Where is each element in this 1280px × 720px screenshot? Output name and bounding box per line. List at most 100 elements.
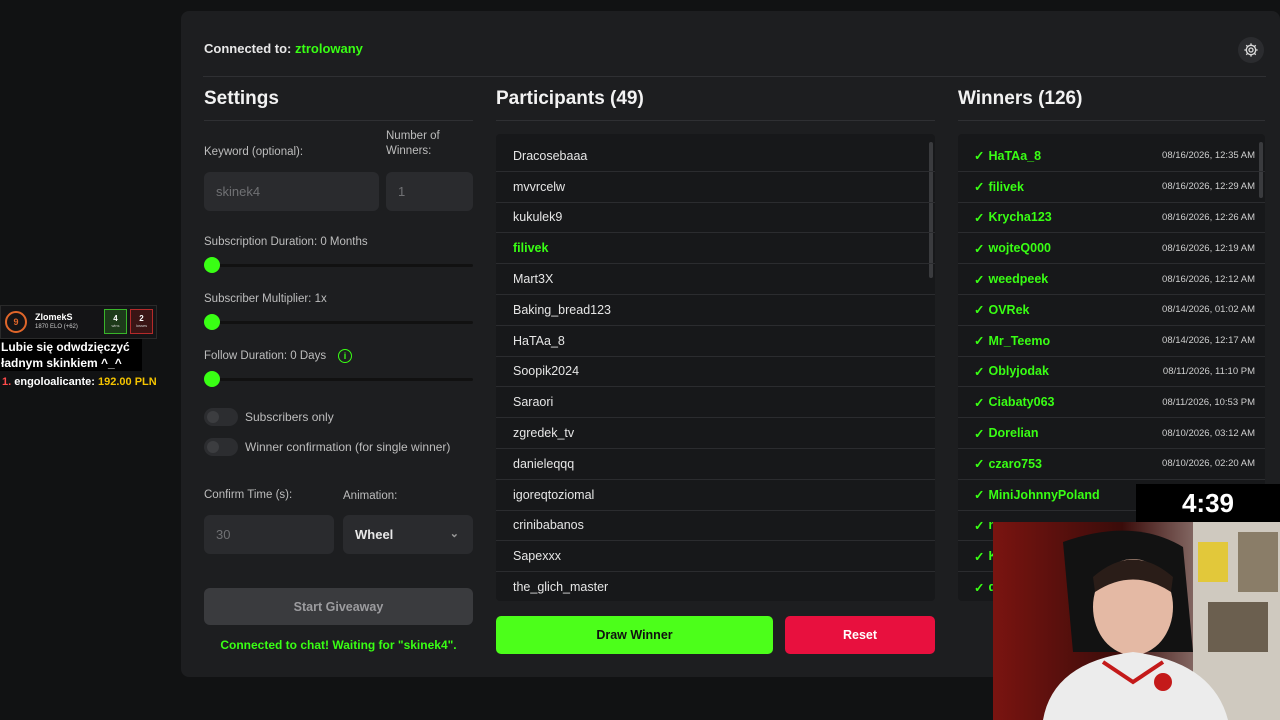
participant-row[interactable]: Mart3X [496,264,935,295]
connection-prefix: Connected to: [204,41,292,56]
subscribers-only-toggle[interactable] [204,408,238,426]
player-elo: 1870 ELO (+62) [35,324,78,330]
keyword-label: Keyword (optional): [204,146,304,158]
winner-row[interactable]: ✓ wojteQ000 08/16/2026, 12:19 AM [958,233,1265,265]
winner-row[interactable]: ✓ Krycha123 08/16/2026, 12:26 AM [958,203,1265,234]
animation-select[interactable]: Wheel ⌄ [343,515,473,554]
participants-list[interactable]: Dracosebaaa mvvrcelw kukulek9 filivek Mart3X… [496,134,935,601]
check-icon: ✓ [974,334,985,349]
check-icon: ✓ [974,426,985,441]
sub-multiplier-label: Subscriber Multiplier: 1x [204,293,327,305]
check-icon: ✓ [974,364,985,379]
winner-date: 08/10/2026, 02:20 AM [1162,458,1255,470]
winner-date: 08/14/2026, 12:17 AM [1162,335,1255,347]
winner-confirmation-label: Winner confirmation (for single winner) [245,440,451,454]
participant-row[interactable]: Baking_bread123 [496,295,935,326]
winner-date: 08/16/2026, 12:12 AM [1162,273,1255,285]
keyword-input[interactable]: skinek4 [204,172,379,211]
header-divider [203,76,1266,77]
check-icon: ✓ [974,210,985,225]
winner-name: Oblyjodak [988,364,1049,379]
participant-row[interactable]: HaTAa_8 [496,326,935,357]
winner-name: OVRek [988,302,1030,317]
toggle-knob [207,411,219,423]
winner-name: czaro753 [988,456,1042,471]
chevron-down-icon: ⌄ [449,528,459,540]
participant-row[interactable]: danieleqqq [496,449,935,480]
start-giveaway-button[interactable]: Start Giveaway [204,588,473,625]
donation-amount: 192.00 PLN [98,376,157,388]
slider-thumb[interactable] [204,314,220,330]
winners-count-input[interactable]: 1 [386,172,473,211]
participants-title: Participants (49) [496,88,644,109]
slider-track [204,321,473,324]
participant-row[interactable]: the_glich_master [496,572,935,601]
slider-thumb[interactable] [204,371,220,387]
webcam-feed [993,522,1280,720]
player-name: ZlomekS [35,312,73,322]
check-icon: ✓ [974,180,985,195]
donation-overlay: 1. engoloalicante: 192.00 PLN [2,376,157,388]
winner-row[interactable]: ✓ Ciabaty063 08/11/2026, 10:53 PM [958,387,1265,419]
sub-duration-slider[interactable] [204,257,473,273]
winner-row[interactable]: ✓ weedpeek 08/16/2026, 12:12 AM [958,264,1265,295]
winners-count-label: Number of Winners: [386,129,440,159]
sub-multiplier-slider[interactable] [204,314,473,330]
participant-row[interactable]: filivek [496,233,935,265]
participant-row[interactable]: igoreqtoziomal [496,480,935,511]
wins-box: 4 wins [104,309,127,334]
participant-row[interactable]: Sapexxx [496,541,935,573]
winner-row[interactable]: ✓ filivek 08/16/2026, 12:29 AM [958,172,1265,203]
check-icon: ✓ [974,395,985,410]
check-icon: ✓ [974,241,985,256]
winner-name: wojteQ000 [988,241,1052,256]
toggle-knob [207,441,219,453]
gear-icon [1244,43,1258,57]
subscribers-only-label: Subscribers only [245,410,334,424]
follow-duration-slider[interactable] [204,371,473,387]
winner-row[interactable]: ✓ Oblyjodak 08/11/2026, 11:10 PM [958,357,1265,388]
chat-status-text: Connected to chat! Waiting for "skinek4"… [220,638,457,652]
losses-box: 2 losses [130,309,153,334]
winner-date: 08/11/2026, 10:53 PM [1162,396,1255,408]
animation-selected-value: Wheel [355,527,394,542]
info-icon[interactable]: i [338,349,352,363]
confirm-time-input[interactable]: 30 [204,515,334,554]
check-icon: ✓ [974,549,985,564]
winner-row[interactable]: ✓ Dorelian 08/10/2026, 03:12 AM [958,418,1265,449]
winner-row[interactable]: ✓ Mr_Teemo 08/14/2026, 12:17 AM [958,326,1265,357]
chat-message-overlay: Lubie się odwdzięczyć ładnym skinkiem ^_… [0,339,142,371]
winner-date: 08/11/2026, 11:10 PM [1162,365,1255,377]
participant-row[interactable]: Soopik2024 [496,357,935,388]
player-stats-overlay: 9 ZlomekS 1870 ELO (+62) 4 wins 2 losses [0,305,157,339]
winner-row[interactable]: ✓ czaro753 08/10/2026, 02:20 AM [958,449,1265,480]
webcam-image [993,522,1280,720]
participant-row[interactable]: crinibabanos [496,511,935,542]
winner-name: Mr_Teemo [988,333,1051,348]
wins-label: wins [111,323,120,328]
participant-row[interactable]: kukulek9 [496,203,935,234]
winner-name: MiniJohnnyPoland [988,487,1100,502]
winners-count-label-line1: Number of [386,130,440,142]
participant-row[interactable]: Dracosebaaa [496,141,935,172]
participant-row[interactable]: Saraori [496,387,935,419]
slider-thumb[interactable] [204,257,220,273]
winner-name: Krycha123 [988,210,1052,225]
participant-row[interactable]: mvvrcelw [496,172,935,203]
draw-winner-button[interactable]: Draw Winner [496,616,773,654]
slider-track [204,264,473,267]
winner-row[interactable]: ✓ OVRek 08/14/2026, 01:02 AM [958,295,1265,326]
settings-gear-button[interactable] [1238,37,1264,63]
participant-row[interactable]: zgredek_tv [496,418,935,449]
winner-name: Dorelian [988,426,1039,441]
reset-button[interactable]: Reset [785,616,935,654]
winners-title: Winners (126) [958,88,1083,109]
winner-confirmation-toggle[interactable] [204,438,238,456]
follow-duration-label: Follow Duration: 0 Days [204,350,327,362]
winner-name: filivek [988,179,1024,194]
winner-date: 08/16/2026, 12:26 AM [1162,211,1255,223]
winner-row[interactable]: ✓ HaTAa_8 08/16/2026, 12:35 AM [958,141,1265,172]
donation-user: engoloalicante: [14,376,95,388]
donation-rank: 1. [2,376,12,388]
winner-name: weedpeek [988,272,1049,287]
